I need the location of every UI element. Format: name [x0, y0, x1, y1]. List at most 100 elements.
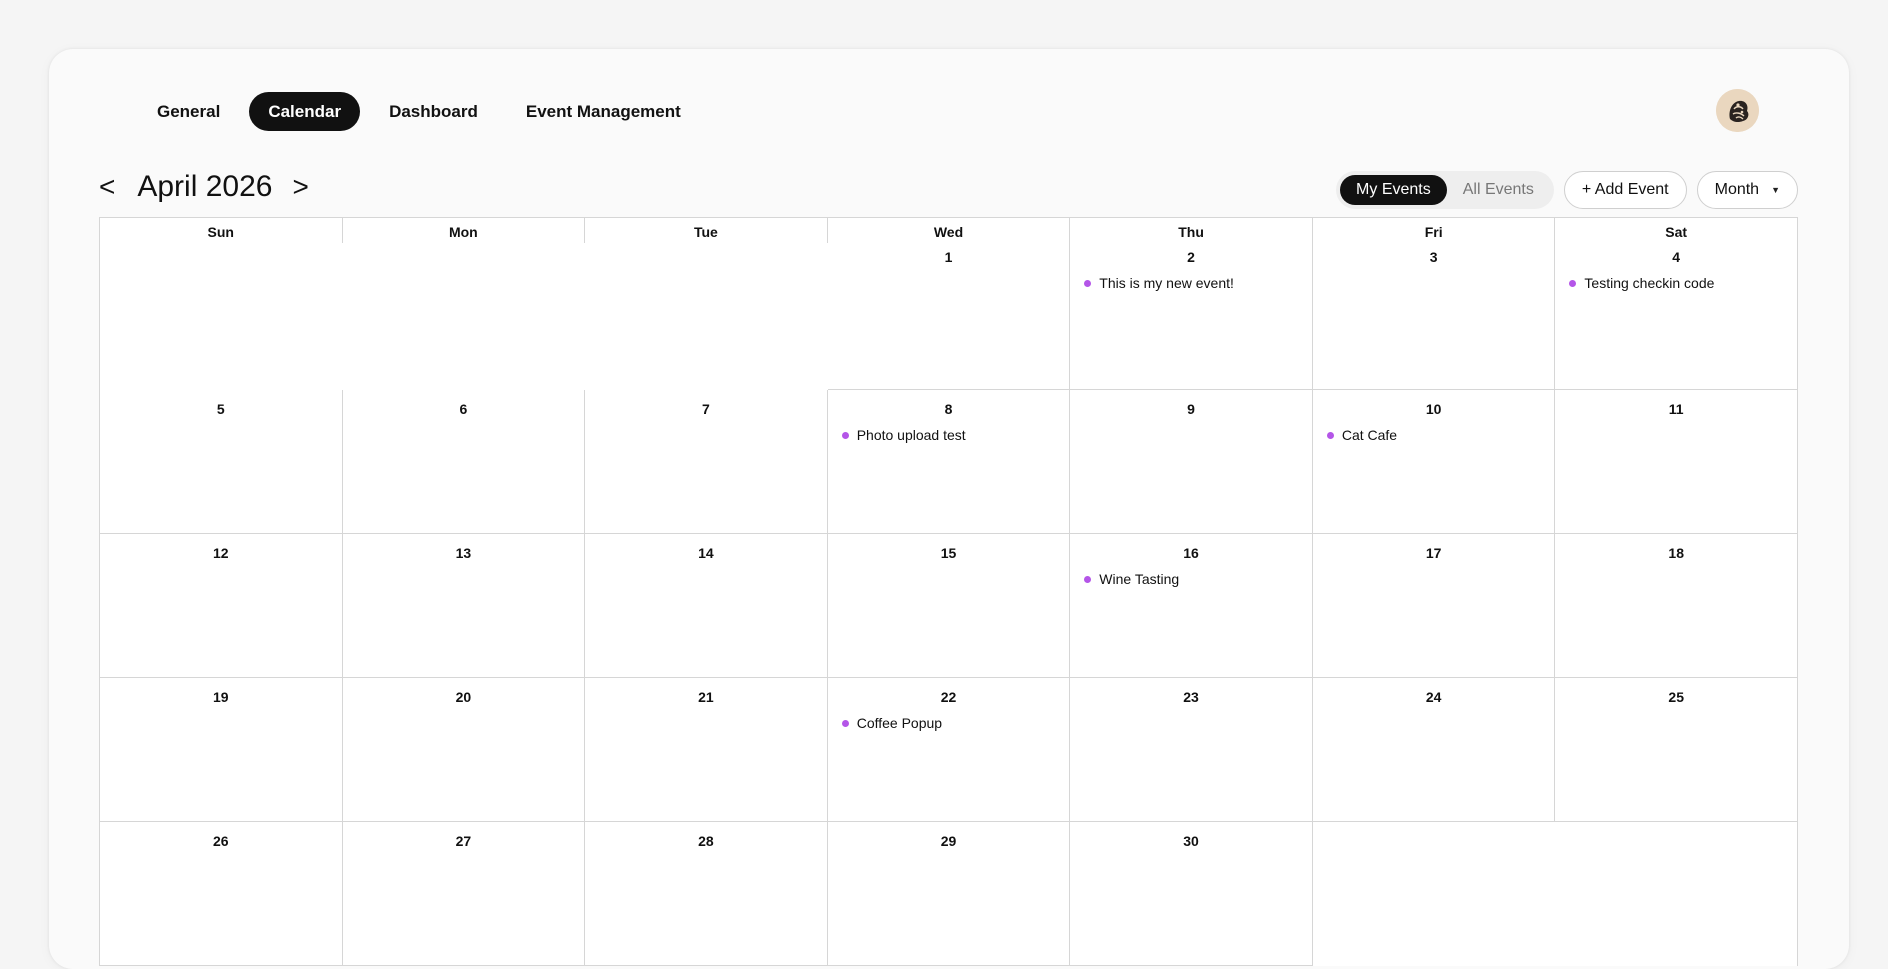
- view-select-value: Month: [1714, 181, 1760, 198]
- event-item[interactable]: Testing checkin code: [1569, 275, 1797, 291]
- day-cell[interactable]: 23: [1070, 678, 1313, 822]
- weekday-sat: Sat: [1555, 218, 1798, 243]
- day-number: 21: [698, 689, 714, 705]
- tab-dashboard[interactable]: Dashboard: [370, 92, 497, 131]
- day-cell[interactable]: 4 Testing checkin code: [1555, 243, 1798, 390]
- day-cell[interactable]: 9: [1070, 390, 1313, 534]
- day-cell[interactable]: 29: [827, 822, 1071, 966]
- calendar-grid: 1 2 This is my new event! 3 4 Testing checkin…: [100, 243, 1798, 966]
- weekday-tue: Tue: [585, 218, 828, 243]
- event-item[interactable]: Coffee Popup: [841, 715, 1070, 731]
- day-number: 30: [1183, 833, 1199, 849]
- day-number: 11: [1668, 401, 1684, 417]
- event-item[interactable]: Cat Cafe: [1326, 427, 1555, 443]
- day-number: 3: [1429, 249, 1438, 265]
- day-cell[interactable]: 1: [827, 243, 1071, 390]
- filter-my-events[interactable]: My Events: [1340, 175, 1447, 205]
- event-dot-icon: [841, 431, 849, 439]
- day-number: 24: [1425, 689, 1442, 705]
- day-cell[interactable]: 24: [1312, 678, 1556, 822]
- day-cell[interactable]: 12: [100, 534, 343, 678]
- event-dot-icon: [841, 719, 849, 727]
- avatar-image-icon: [1716, 89, 1759, 132]
- day-cell[interactable]: 30: [1070, 822, 1313, 966]
- event-title: Wine Tasting: [1099, 571, 1180, 587]
- event-title: Cat Cafe: [1341, 427, 1398, 443]
- day-cell[interactable]: 16 Wine Tasting: [1070, 534, 1313, 678]
- day-cell[interactable]: 8 Photo upload test: [827, 390, 1071, 534]
- day-cell[interactable]: 13: [342, 534, 586, 678]
- day-cell[interactable]: 5: [100, 390, 343, 534]
- day-number: 7: [702, 401, 710, 417]
- empty-day-cell: [1555, 822, 1798, 966]
- day-cell[interactable]: 2 This is my new event!: [1070, 243, 1313, 390]
- day-cell[interactable]: 14: [585, 534, 828, 678]
- event-dot-icon: [1084, 575, 1092, 583]
- day-cell[interactable]: 15: [827, 534, 1071, 678]
- next-month-button[interactable]: >: [292, 173, 308, 201]
- day-number: 1: [944, 249, 953, 265]
- event-item[interactable]: This is my new event!: [1084, 275, 1312, 291]
- weekday-thu: Thu: [1070, 218, 1313, 243]
- event-title: Testing checkin code: [1584, 275, 1715, 291]
- day-number: 2: [1187, 249, 1195, 265]
- month-navigator: < April 2026 >: [99, 172, 309, 202]
- day-number: 13: [455, 545, 472, 561]
- weekday-header: Sun Mon Tue Wed Thu Fri Sat: [100, 218, 1798, 243]
- calendar-controls: My Events All Events + Add Event Month ▼: [1336, 171, 1798, 209]
- weekday-sun: Sun: [100, 218, 343, 243]
- day-number: 6: [459, 401, 468, 417]
- tab-calendar[interactable]: Calendar: [249, 92, 361, 131]
- day-cell[interactable]: 22 Coffee Popup: [827, 678, 1071, 822]
- day-cell[interactable]: 3: [1312, 243, 1556, 390]
- empty-day-cell: [1313, 822, 1556, 966]
- day-cell[interactable]: 7: [585, 390, 828, 534]
- day-cell[interactable]: 26: [100, 822, 343, 966]
- day-cell[interactable]: 6: [342, 390, 586, 534]
- event-title: Coffee Popup: [856, 715, 943, 731]
- day-cell[interactable]: 19: [100, 678, 343, 822]
- day-number: 29: [940, 833, 957, 849]
- day-number: 12: [212, 545, 229, 561]
- tab-general[interactable]: General: [138, 92, 239, 131]
- day-number: 15: [940, 545, 957, 561]
- event-dot-icon: [1084, 279, 1092, 287]
- event-dot-icon: [1326, 431, 1334, 439]
- day-cell[interactable]: 25: [1555, 678, 1798, 822]
- day-number: 16: [1183, 545, 1199, 561]
- day-number: 23: [1183, 689, 1199, 705]
- event-filter-toggle: My Events All Events: [1336, 171, 1554, 209]
- day-number: 9: [1187, 401, 1195, 417]
- filter-all-events[interactable]: All Events: [1447, 175, 1550, 205]
- event-item[interactable]: Photo upload test: [841, 427, 1070, 443]
- day-number: 10: [1425, 401, 1442, 417]
- tab-event-management[interactable]: Event Management: [507, 92, 700, 131]
- user-avatar[interactable]: [1716, 89, 1759, 132]
- day-cell[interactable]: 28: [585, 822, 828, 966]
- day-cell[interactable]: 27: [342, 822, 586, 966]
- prev-month-button[interactable]: <: [99, 173, 115, 201]
- weekday-wed: Wed: [828, 218, 1071, 243]
- day-cell[interactable]: 10 Cat Cafe: [1312, 390, 1556, 534]
- event-dot-icon: [1569, 279, 1577, 287]
- day-number: 27: [455, 833, 472, 849]
- empty-day-cell: [585, 243, 828, 390]
- day-number: 26: [212, 833, 229, 849]
- top-nav: General Calendar Dashboard Event Managem…: [138, 92, 700, 131]
- event-item[interactable]: Wine Tasting: [1084, 571, 1312, 587]
- day-cell[interactable]: 18: [1555, 534, 1798, 678]
- add-event-button[interactable]: + Add Event: [1563, 171, 1687, 209]
- event-title: Photo upload test: [856, 427, 966, 443]
- day-number: 4: [1672, 249, 1681, 265]
- day-cell[interactable]: 21: [585, 678, 828, 822]
- day-number: 8: [944, 401, 953, 417]
- day-cell[interactable]: 20: [342, 678, 586, 822]
- day-number: 25: [1668, 689, 1684, 705]
- chevron-down-icon: ▼: [1771, 185, 1780, 195]
- day-number: 19: [212, 689, 229, 705]
- view-select[interactable]: Month ▼: [1696, 171, 1798, 209]
- day-cell[interactable]: 11: [1555, 390, 1798, 534]
- day-cell[interactable]: 17: [1312, 534, 1556, 678]
- day-number: 20: [455, 689, 472, 705]
- day-number: 28: [698, 833, 714, 849]
